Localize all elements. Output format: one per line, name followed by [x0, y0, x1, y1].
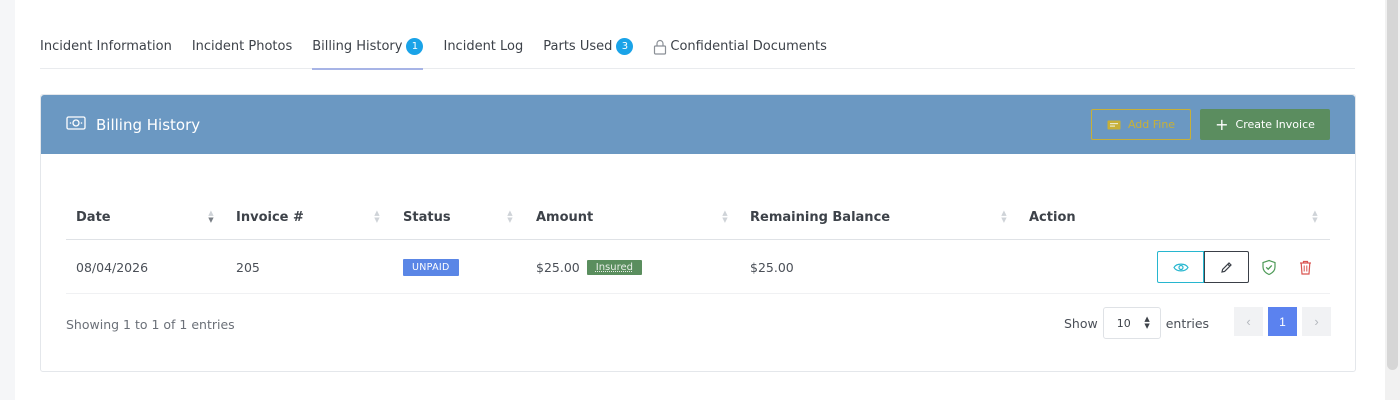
tab-count-badge: 1 [406, 37, 424, 55]
column-header-label: Remaining Balance [750, 210, 891, 225]
trash-icon [1299, 260, 1312, 275]
cell-amount: $25.00 Insured [536, 240, 642, 294]
sort-icon[interactable]: ▲ ▼ [373, 209, 381, 225]
money-icon [66, 115, 86, 134]
add-fine-button[interactable]: Add Fine [1091, 109, 1191, 140]
tab-label: Billing History [312, 38, 403, 54]
tab-billing-history[interactable]: Billing History 1 [312, 26, 424, 70]
column-header-remaining-balance[interactable]: Remaining Balance [750, 195, 890, 240]
page: Incident Information Incident Photos Bil… [15, 0, 1385, 400]
insured-badge: Insured [586, 259, 642, 275]
tab-label: Incident Information [40, 39, 172, 54]
tab-label: Incident Photos [191, 39, 293, 54]
page-size-value: 10 [1116, 316, 1131, 330]
create-invoice-label: Create Invoice [1235, 118, 1315, 131]
delete-button[interactable] [1295, 251, 1315, 283]
cell-status: UNPAID [403, 240, 459, 294]
lock-icon [653, 39, 667, 55]
cell-invoice: 205 [236, 259, 260, 275]
scrollbar[interactable] [1385, 0, 1400, 400]
tab-parts-used[interactable]: Parts Used 3 [543, 26, 634, 69]
tab-confidential-documents[interactable]: Confidential Documents [653, 26, 827, 69]
column-header-invoice[interactable]: Invoice # [236, 195, 304, 240]
column-header-label: Action [1029, 210, 1076, 225]
tab-label: Confidential Documents [670, 39, 827, 54]
column-header-label: Status [403, 210, 451, 225]
card-header: Billing History Add Fine + Create Invoic… [41, 95, 1355, 154]
page-length-control: Show 10 ▲ ▼ entries [1064, 307, 1209, 339]
table-info: Showing 1 to 1 of 1 entries [66, 317, 235, 332]
page-button-current[interactable]: 1 [1268, 307, 1297, 336]
eye-icon [1172, 262, 1189, 273]
tab-bar: Incident Information Incident Photos Bil… [40, 26, 1355, 70]
mark-insured-button[interactable] [1259, 251, 1279, 283]
ticket-icon [1107, 120, 1121, 130]
entries-label: entries [1165, 315, 1210, 331]
status-badge: UNPAID [403, 258, 459, 276]
shield-check-icon [1261, 259, 1277, 276]
page-size-select[interactable]: 10 ▲ ▼ [1102, 307, 1161, 339]
tab-label: Incident Log [443, 39, 524, 54]
view-button[interactable] [1157, 251, 1204, 283]
column-header-action[interactable]: Action [1029, 195, 1076, 240]
plus-icon: + [1215, 114, 1229, 134]
column-header-label: Date [76, 210, 111, 225]
sort-icon[interactable]: ▲ ▼ [721, 209, 729, 225]
sort-icon[interactable]: ▲ ▼ [1311, 209, 1319, 225]
add-fine-label: Add Fine [1127, 118, 1176, 131]
column-header-date[interactable]: Date [76, 195, 111, 240]
previous-page-button[interactable]: ‹ [1234, 307, 1263, 336]
select-caret-icon: ▲ ▼ [1144, 315, 1150, 330]
amount-value: $25.00 [536, 259, 580, 275]
column-header-amount[interactable]: Amount [536, 195, 593, 240]
card-title: Billing History [96, 115, 201, 134]
tab-incident-log[interactable]: Incident Log [443, 26, 523, 69]
tab-count-badge: 3 [616, 38, 634, 55]
column-header-label: Amount [536, 210, 594, 225]
cell-remaining-balance: $25.00 [750, 259, 794, 275]
row-actions [1157, 251, 1315, 283]
column-header-status[interactable]: Status [403, 195, 451, 240]
column-header-label: Invoice # [236, 210, 304, 225]
next-page-button[interactable]: › [1302, 307, 1331, 336]
edit-button[interactable] [1204, 251, 1249, 283]
sort-icon[interactable]: ▲ ▼ [506, 209, 514, 225]
sort-icon[interactable]: ▲ ▼ [1000, 209, 1008, 225]
tab-label: Parts Used [543, 39, 613, 54]
cell-date: 08/04/2026 [76, 259, 149, 275]
show-label: Show [1064, 315, 1098, 331]
sort-icon[interactable]: ▲ ▼ [207, 209, 215, 225]
create-invoice-button[interactable]: + Create Invoice [1200, 109, 1330, 140]
tab-incident-photos[interactable]: Incident Photos [192, 26, 292, 69]
table-row: 08/04/2026 205 UNPAID $25.00 Insured $25… [66, 240, 1330, 294]
pagination: ‹ 1 › [1234, 307, 1336, 336]
billing-table: Date ▲ ▼ Invoice # ▲ ▼ Status ▲ ▼ Amount ▲ ▼… [66, 195, 1330, 294]
billing-history-card: Billing History Add Fine + Create Invoic… [40, 94, 1356, 372]
table-header: Date ▲ ▼ Invoice # ▲ ▼ Status ▲ ▼ Amount ▲ ▼… [66, 195, 1330, 240]
scrollbar-thumb[interactable] [1387, 0, 1398, 370]
pencil-icon [1220, 261, 1233, 274]
tab-incident-information[interactable]: Incident Information [40, 26, 172, 69]
